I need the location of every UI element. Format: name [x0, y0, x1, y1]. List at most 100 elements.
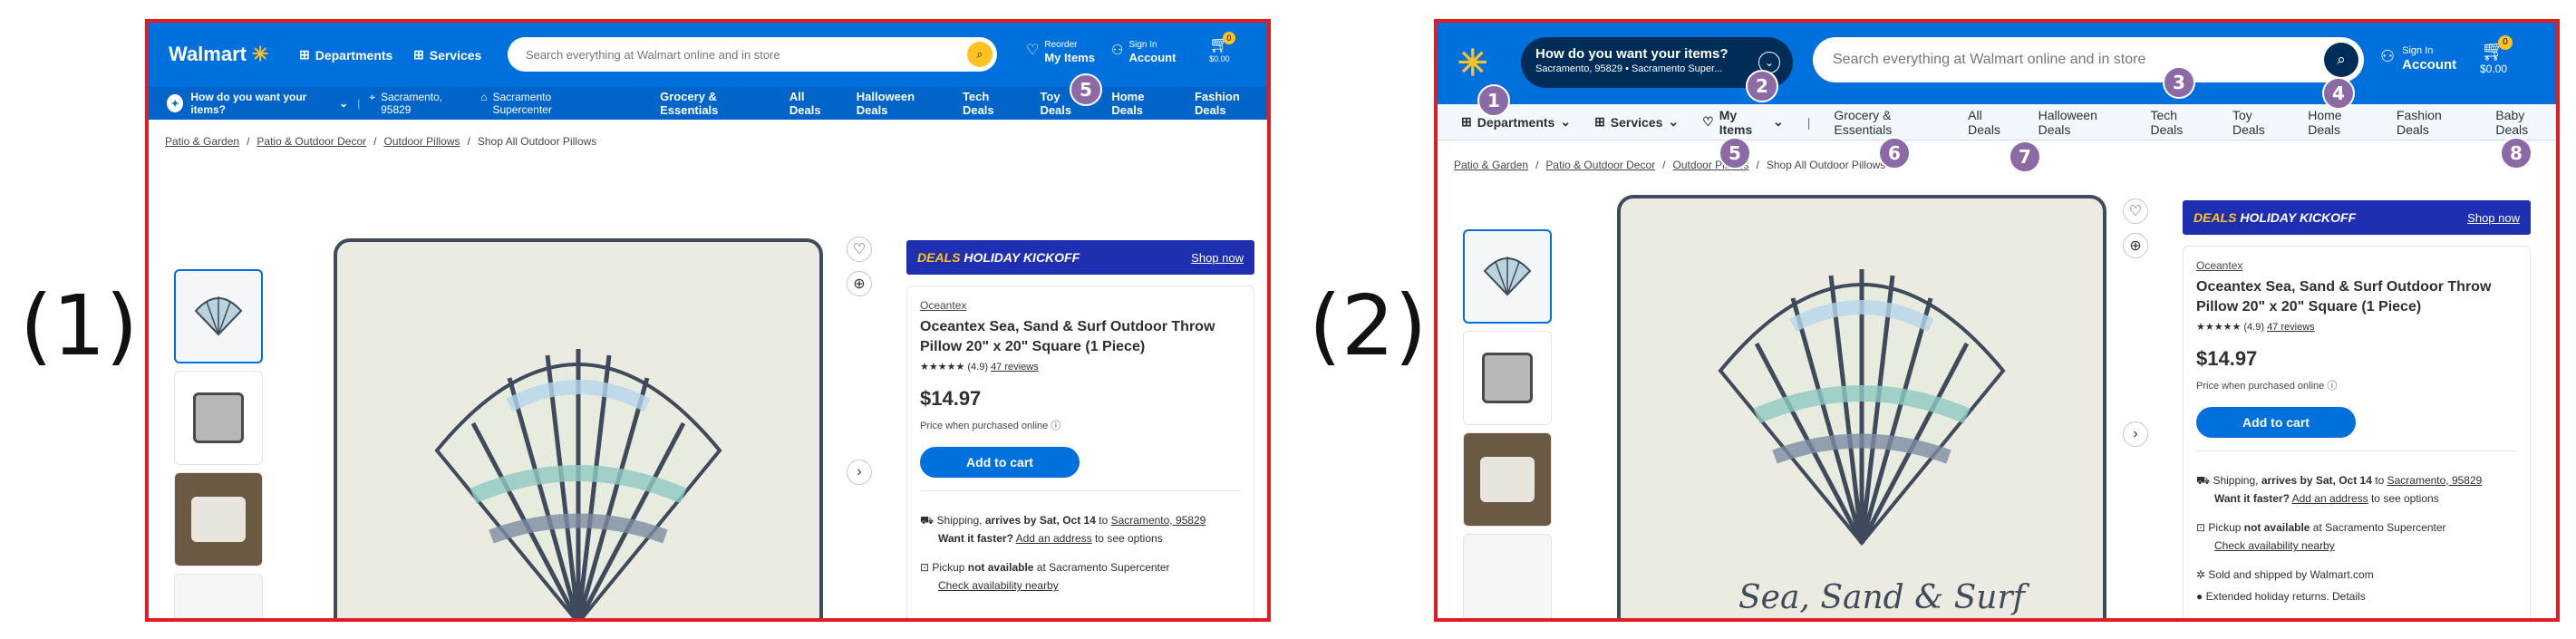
reviews-link[interactable]: 47 reviews	[2267, 322, 2315, 333]
search-icon[interactable]: ⌕	[2324, 43, 2358, 77]
search-icon[interactable]: ⌕	[967, 42, 993, 67]
zoom-icon[interactable]: ⊕	[2123, 233, 2148, 258]
departments-button[interactable]: ⊞ Departments ⌄	[1461, 114, 1571, 130]
nav-baby-deals[interactable]: Baby Deals	[2495, 108, 2556, 137]
thumbnail-3[interactable]	[174, 472, 263, 566]
nav-fashion-deals[interactable]: Fashion Deals	[1195, 90, 1267, 117]
scene-pillow-icon	[191, 497, 246, 542]
walmart-logo[interactable]: Walmart ✳	[169, 43, 268, 66]
marker-badge-1: 1	[1477, 84, 1510, 117]
location-link[interactable]: ⌖ Sacramento, 95829	[369, 91, 468, 116]
thumbnail-1[interactable]	[1463, 229, 1552, 324]
nav-halloween-deals[interactable]: Halloween Deals	[857, 90, 941, 117]
my-items-label: My Items	[1044, 51, 1095, 64]
thumbnail-1[interactable]	[174, 269, 263, 363]
returns-row: ● Extended holiday returns. Details	[2196, 587, 2517, 605]
deals-holiday: HOLIDAY KICKOFF	[964, 250, 1080, 265]
ship-location-link[interactable]: Sacramento, 95829	[2387, 474, 2483, 487]
services-grid-icon: ⊞	[413, 47, 424, 62]
shell-thumb-icon	[1483, 257, 1532, 296]
nav-tech-deals[interactable]: Tech Deals	[963, 90, 1018, 117]
nav-grocery[interactable]: Grocery & Essentials	[660, 90, 768, 117]
pickup-row: ⊡ Pickup not available at Sacramento Sup…	[920, 558, 1241, 576]
deals-banner[interactable]: DEALS HOLIDAY KICKOFF Shop now	[2183, 200, 2531, 235]
thumbnail-4[interactable]	[174, 574, 263, 618]
panel-label-2: (2)	[1309, 277, 1428, 374]
crumb-patio-garden[interactable]: Patio & Garden	[165, 135, 239, 148]
info-icon[interactable]: ⓘ	[1051, 421, 1060, 431]
shop-now-link[interactable]: Shop now	[1191, 251, 1244, 265]
favorite-heart-icon[interactable]: ♡	[2123, 198, 2148, 224]
departments-grid-icon: ⊞	[1461, 114, 1472, 129]
departments-label: Departments	[315, 47, 393, 63]
breadcrumb: Patio & Garden / Patio & Outdoor Decor / O…	[1454, 159, 1886, 171]
cart-button[interactable]: 🛒︎ 0 $0.00	[1209, 32, 1235, 63]
cart-count: 0	[1222, 32, 1235, 44]
account-button[interactable]: ⚇ Sign In Account	[1111, 39, 1176, 64]
departments-button[interactable]: ⊞ Departments	[299, 47, 392, 63]
nav-home-deals[interactable]: Home Deals	[1111, 90, 1173, 117]
spark-icon[interactable]: ✳	[1457, 43, 1488, 84]
services-button[interactable]: ⊞ Services ⌄	[1594, 114, 1679, 130]
search-input[interactable]: Search everything at Walmart online and …	[1833, 52, 2145, 68]
my-items-button[interactable]: ♡ My Items ⌄	[1702, 108, 1784, 137]
store-link[interactable]: ⌂ Sacramento Supercenter	[480, 91, 604, 116]
product-main-image	[334, 238, 823, 618]
product-title: Oceantex Sea, Sand & Surf Outdoor Throw …	[2196, 279, 2492, 315]
nav-grocery[interactable]: Grocery & Essentials	[1834, 108, 1944, 137]
search-bar[interactable]: Search everything at Walmart online and …	[508, 37, 997, 72]
crumb-patio-garden[interactable]: Patio & Garden	[1454, 159, 1528, 171]
add-to-cart-button[interactable]: Add to cart	[2196, 407, 2356, 438]
add-to-cart-button[interactable]: Add to cart	[920, 447, 1080, 478]
availability-link[interactable]: Check availability nearby	[2214, 539, 2335, 552]
crumb-patio-decor[interactable]: Patio & Outdoor Decor	[257, 135, 366, 148]
cart-button[interactable]: 🛒︎ 0 $0.00	[2480, 35, 2513, 75]
sign-in-label: Sign In	[2402, 45, 2434, 56]
nav-toy-deals[interactable]: Toy Deals	[2232, 108, 2284, 137]
pickup-icon: ⊡	[920, 561, 930, 574]
pickup-c: at Sacramento Supercenter	[2310, 521, 2446, 534]
nav-halloween-deals[interactable]: Halloween Deals	[2039, 108, 2127, 137]
nav-all-deals[interactable]: All Deals	[1968, 108, 2014, 137]
brand-link[interactable]: Oceantex	[920, 299, 1241, 312]
favorite-heart-icon[interactable]: ♡	[847, 237, 872, 262]
nav-tech-deals[interactable]: Tech Deals	[2150, 108, 2209, 137]
gray-pillow-icon	[193, 392, 244, 443]
thumbnail-2[interactable]	[1463, 331, 1552, 425]
ship-location-link[interactable]: Sacramento, 95829	[1111, 514, 1206, 527]
nav-home-deals[interactable]: Home Deals	[2308, 108, 2373, 137]
crumb-outdoor-pillows[interactable]: Outdoor Pillows	[383, 135, 460, 148]
add-address-link[interactable]: Add an address	[2292, 492, 2368, 505]
thumbnail-4[interactable]	[1463, 534, 1552, 618]
search-bar[interactable]: Search everything at Walmart online and …	[1813, 37, 2364, 82]
zoom-icon[interactable]: ⊕	[847, 271, 872, 296]
marker-badge-5: 5	[1070, 73, 1102, 106]
chevron-down-icon: ⌄	[339, 97, 349, 110]
fulfillment-section: ⛟ Shipping, arrives by Sat, Oct 14 to Sa…	[2196, 450, 2517, 605]
availability-link[interactable]: Check availability nearby	[938, 579, 1059, 592]
returns-text[interactable]: Extended holiday returns. Details	[2206, 590, 2366, 603]
account-button[interactable]: ⚇ Sign In Account	[2380, 44, 2456, 72]
thumbnail-2[interactable]	[174, 371, 263, 465]
search-input[interactable]: Search everything at Walmart online and …	[526, 48, 780, 62]
price-note-row: Price when purchased online ⓘ	[2196, 378, 2517, 392]
shop-now-link[interactable]: Shop now	[2467, 211, 2520, 225]
crumb-patio-decor[interactable]: Patio & Outdoor Decor	[1545, 159, 1655, 171]
info-icon[interactable]: ⓘ	[2327, 381, 2337, 392]
reviews-link[interactable]: 47 reviews	[991, 362, 1039, 373]
nav-all-deals[interactable]: All Deals	[789, 90, 835, 117]
reorder-button[interactable]: ♡ Reorder My Items	[1026, 39, 1095, 64]
brand-link[interactable]: Oceantex	[2196, 259, 2517, 272]
thumbnail-3[interactable]	[1463, 432, 1552, 527]
pickup-row: ⊡ Pickup not available at Sacramento Sup…	[2196, 518, 2517, 537]
deals-banner[interactable]: DEALS HOLIDAY KICKOFF Shop now	[906, 240, 1254, 275]
heart-icon: ♡	[1026, 43, 1040, 58]
delivery-selector[interactable]: ✦ How do you want your items? ⌄	[167, 91, 348, 116]
services-button[interactable]: ⊞ Services	[413, 47, 481, 63]
add-address-link[interactable]: Add an address	[1016, 532, 1092, 545]
header: ✳ How do you want your items? Sacramento…	[1438, 23, 2556, 104]
nav-fashion-deals[interactable]: Fashion Deals	[2397, 108, 2472, 137]
chevron-right-icon[interactable]: ›	[847, 460, 872, 485]
marker-badge-7: 7	[2009, 140, 2041, 173]
chevron-right-icon[interactable]: ›	[2123, 421, 2148, 447]
